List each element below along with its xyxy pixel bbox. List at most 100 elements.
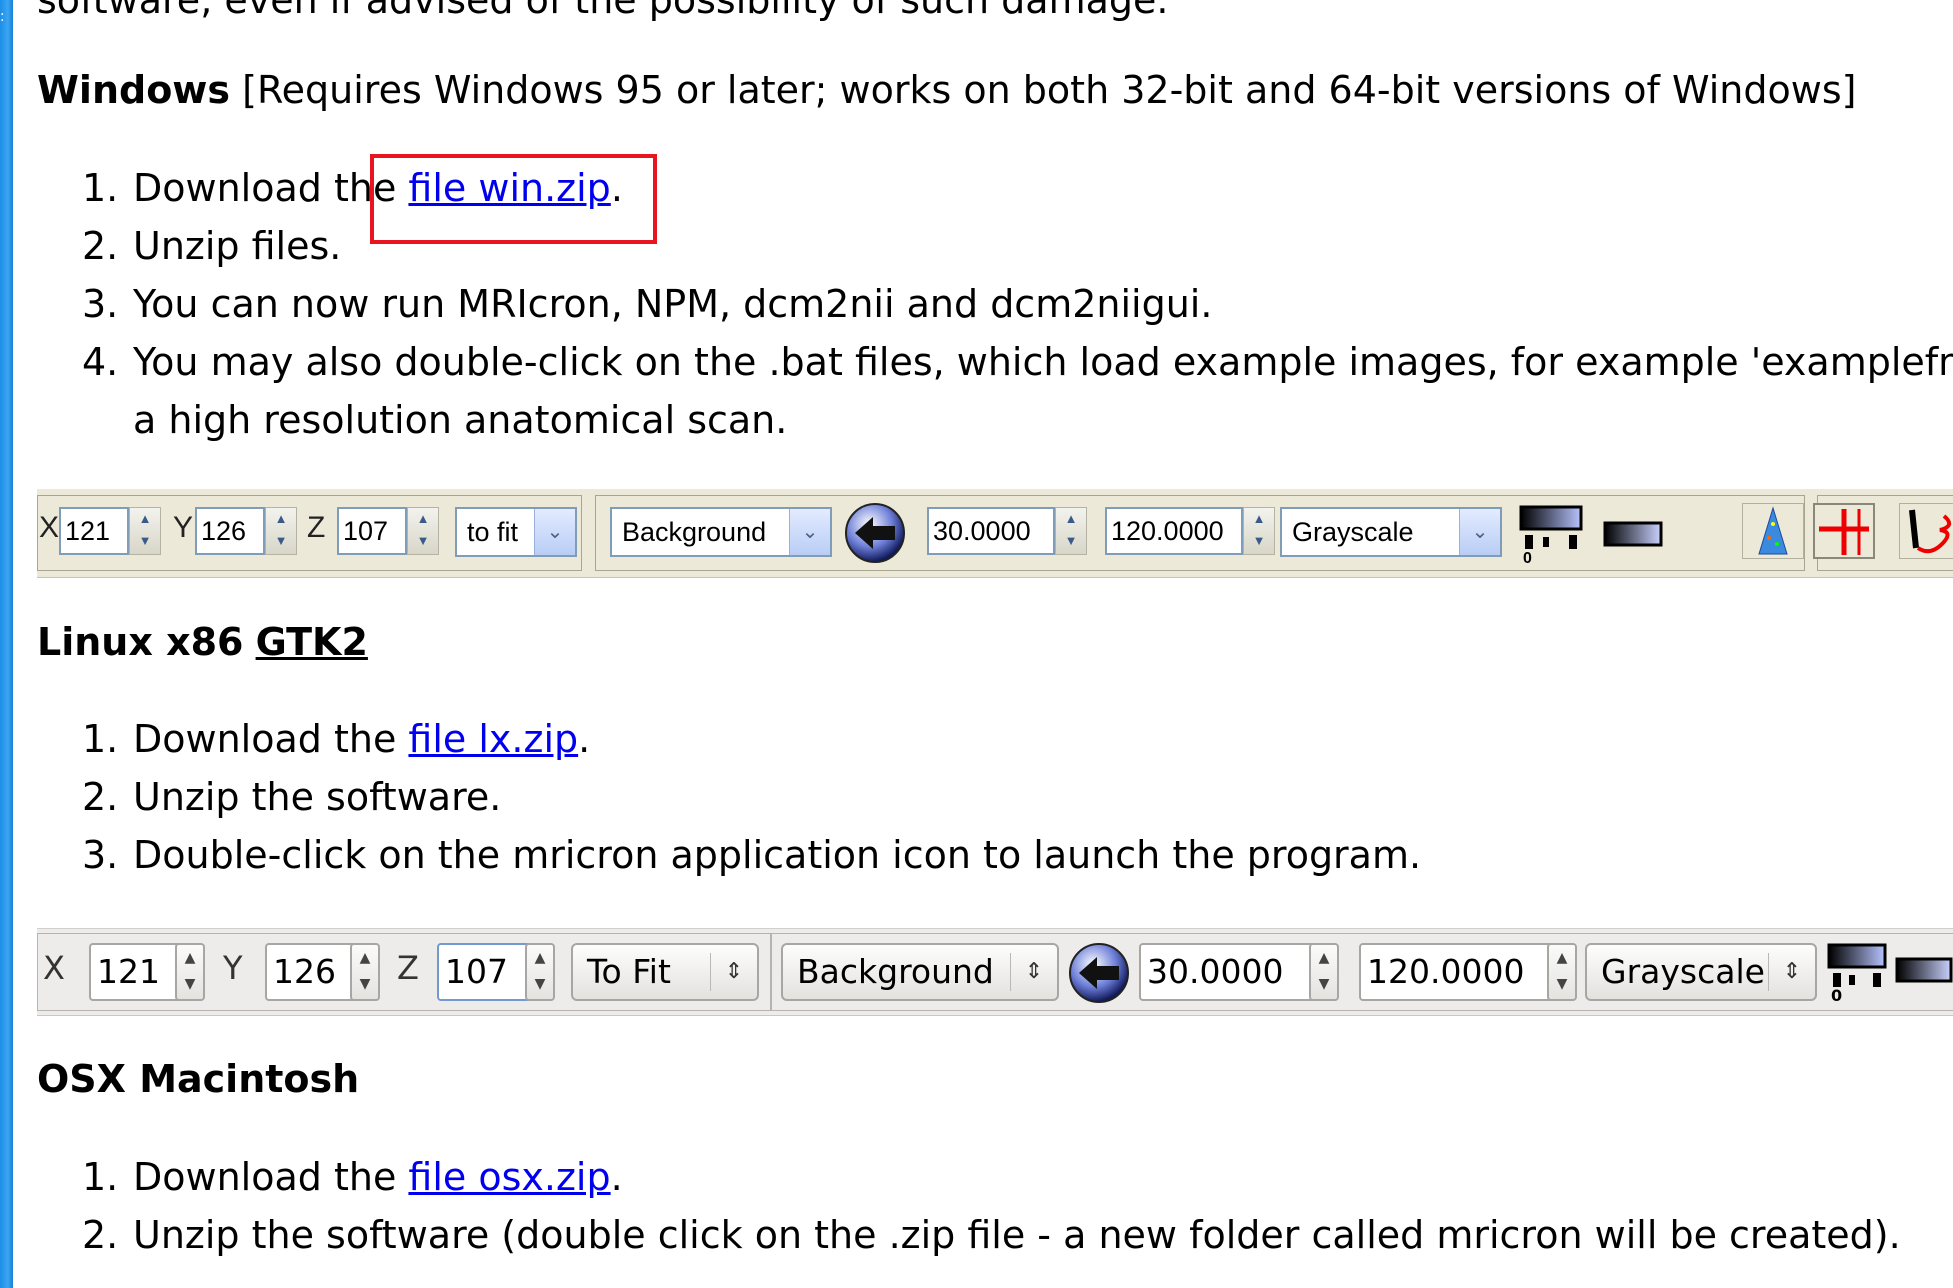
x-spin-buttons[interactable]: ▲ ▼	[175, 943, 205, 1001]
list-item: 3. You can now run MRIcron, NPM, dcm2nii …	[0, 275, 1953, 333]
list-item: 2. Unzip the software.	[0, 768, 1421, 826]
max-spin-buttons[interactable]: ▲ ▼	[1547, 943, 1577, 1001]
list-item: 4. You may also double-click on the .bat …	[0, 333, 1953, 449]
linux-toolbar: X 121 ▲ ▼ Y 126 ▲ ▼ Z 107 ▲ ▼ To Fit ⇕ Backg…	[37, 928, 1953, 1016]
back-arrow-icon	[845, 503, 905, 563]
windows-heading: Windows [Requires Windows 95 or later; w…	[37, 68, 1856, 112]
x-spin-input[interactable]: 121	[59, 507, 129, 555]
z-spin-input[interactable]: 107	[437, 943, 533, 1001]
pen-icon	[1909, 509, 1952, 554]
step-text: Unzip the software.	[133, 775, 502, 819]
back-arrow-button[interactable]	[1067, 941, 1131, 1005]
max-spin-buttons[interactable]: ▲ ▼	[1243, 507, 1275, 555]
x-spin-buttons[interactable]: ▲ ▼	[129, 507, 161, 555]
list-item: 3. Double-click on the mricron applicatio…	[0, 826, 1421, 884]
step-text: Download the	[133, 166, 409, 210]
list-item: 1. Download the file osx.zip.	[0, 1148, 1901, 1206]
zoom-value: To Fit	[587, 952, 671, 991]
osx-zip-link[interactable]: file osx.zip	[408, 1155, 610, 1199]
step-text: Unzip files.	[133, 224, 342, 268]
zoom-select[interactable]: to fit ⌄	[455, 507, 577, 557]
svg-text:0: 0	[1831, 986, 1842, 1003]
gtk2-link[interactable]: GTK2	[256, 620, 368, 664]
draw-button[interactable]	[1899, 503, 1953, 559]
up-down-spinner-icon: ▲ ▼	[1556, 950, 1568, 992]
resize-grip-icon: · ·	[0, 7, 6, 29]
zoom-value: to fit	[467, 517, 519, 547]
z-spin-input[interactable]: 107	[337, 507, 407, 555]
colorbar-button[interactable]: 0	[1825, 939, 1889, 1005]
colorbar-icon: 0	[1827, 943, 1887, 1005]
colorbar-horizontal-button[interactable]	[1893, 939, 1953, 1003]
layer-value: Background	[797, 952, 994, 991]
osx-title: OSX Macintosh	[37, 1057, 360, 1101]
min-intensity-input[interactable]: 30.0000	[927, 507, 1055, 555]
step-text: Double-click on the mricron application …	[133, 833, 1422, 877]
step-number: 3.	[82, 282, 119, 326]
x-label: X	[39, 511, 60, 544]
y-label: Y	[223, 949, 243, 987]
step-number: 2.	[82, 224, 119, 268]
license-text: software, even if advised of the possibi…	[37, 0, 1169, 22]
step-text: You can now run MRIcron, NPM, dcm2nii an…	[133, 282, 1213, 326]
up-down-spinner-icon: ▲ ▼	[138, 511, 152, 548]
linux-title: Linux x86	[37, 620, 244, 664]
step-text: Unzip the software (double click on the …	[133, 1213, 1901, 1257]
colorbar-button[interactable]: 0	[1517, 501, 1585, 567]
y-spin-input[interactable]: 126	[195, 507, 265, 555]
render-cone-icon	[1758, 506, 1788, 555]
up-down-spinner-icon: ▲ ▼	[274, 511, 288, 548]
step-number: 2.	[82, 1213, 119, 1257]
up-down-spinner-icon: ▲ ▼	[1252, 511, 1266, 548]
colormap-select[interactable]: Grayscale ⇕	[1585, 943, 1817, 1001]
windows-steps: 1. Download the file win.zip. 2. Unzip fil…	[0, 159, 1953, 449]
list-item: 1. Download the file lx.zip.	[0, 710, 1421, 768]
y-spin-buttons[interactable]: ▲ ▼	[350, 943, 380, 1001]
back-arrow-button[interactable]	[843, 501, 907, 565]
colormap-select[interactable]: Grayscale ⌄	[1280, 507, 1502, 557]
up-down-spinner-icon: ▲ ▼	[359, 950, 371, 992]
up-down-spinner-icon: ▲ ▼	[184, 950, 196, 992]
max-intensity-input[interactable]: 120.0000	[1359, 943, 1553, 1001]
linux-heading: Linux x86 GTK2	[37, 620, 368, 664]
up-down-spinner-icon: ▲ ▼	[1064, 511, 1078, 548]
z-spin-buttons[interactable]: ▲ ▼	[525, 943, 555, 1001]
x-label: X	[43, 949, 65, 987]
list-item: 2. Unzip the software (double click on th…	[0, 1206, 1901, 1264]
up-down-spinner-icon: ▲ ▼	[416, 511, 430, 548]
step-text: .	[578, 717, 591, 761]
layer-select[interactable]: Background ⇕	[781, 943, 1059, 1001]
list-item: 1. Download the file win.zip.	[0, 159, 1953, 217]
zoom-select[interactable]: To Fit ⇕	[571, 943, 759, 1001]
y-spin-input[interactable]: 126	[265, 943, 357, 1001]
colorbar-icon: 0	[1519, 505, 1583, 567]
step-number: 4.	[82, 340, 119, 384]
dropdown-arrow-icon: ⇕	[1768, 953, 1815, 991]
z-label: Z	[307, 511, 326, 544]
back-arrow-icon	[1069, 943, 1129, 1003]
linux-steps: 1. Download the file lx.zip. 2. Unzip the …	[0, 710, 1421, 884]
step-text: .	[610, 1155, 623, 1199]
list-item: 2. Unzip files.	[0, 217, 1953, 275]
step-number: 1.	[82, 717, 119, 761]
min-intensity-input[interactable]: 30.0000	[1139, 943, 1315, 1001]
min-spin-buttons[interactable]: ▲ ▼	[1055, 507, 1087, 555]
crosshair-button[interactable]	[1813, 503, 1875, 559]
z-spin-buttons[interactable]: ▲ ▼	[407, 507, 439, 555]
windows-requirement: [Requires Windows 95 or later; works on …	[242, 68, 1857, 112]
colormap-value: Grayscale	[1601, 952, 1765, 991]
step-number: 1.	[82, 1155, 119, 1199]
colorbar-horizontal-button[interactable]	[1601, 501, 1665, 565]
min-spin-buttons[interactable]: ▲ ▼	[1309, 943, 1339, 1001]
dropdown-arrow-icon: ⌄	[534, 509, 575, 555]
z-label: Z	[397, 949, 419, 987]
x-spin-input[interactable]: 121	[89, 943, 181, 1001]
windows-title: Windows	[37, 68, 231, 112]
layer-select[interactable]: Background ⌄	[610, 507, 832, 557]
dropdown-arrow-icon: ⇕	[710, 953, 757, 991]
max-intensity-input[interactable]: 120.0000	[1105, 507, 1243, 555]
y-spin-buttons[interactable]: ▲ ▼	[265, 507, 297, 555]
layer-value: Background	[622, 517, 767, 547]
lx-zip-link[interactable]: file lx.zip	[408, 717, 578, 761]
render-button[interactable]	[1742, 503, 1804, 559]
